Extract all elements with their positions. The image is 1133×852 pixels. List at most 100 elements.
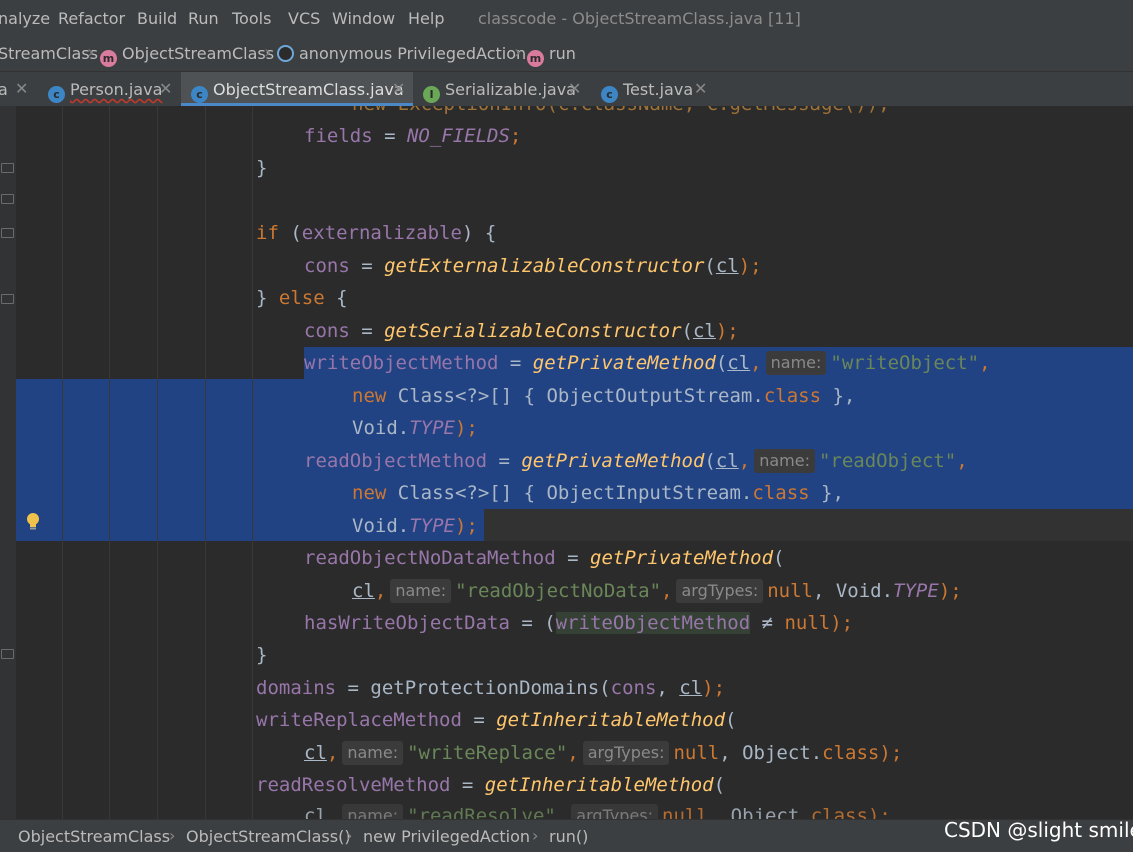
code-line-12: new Class<?>[] { ObjectInputStream.class… (352, 477, 844, 509)
indent-guide (157, 106, 158, 819)
fold-marker-icon[interactable] (1, 649, 14, 659)
token: ( (713, 774, 726, 796)
tab-a[interactable]: a ✕ (0, 72, 36, 106)
code-line-10: Void.TYPE); (352, 412, 478, 444)
breadcrumb-separator: › (169, 826, 176, 845)
token: , (567, 742, 579, 764)
tab-label: Test.java (623, 80, 694, 99)
code-line-18: domains = getProtectionDomains(cons, cl)… (256, 672, 725, 704)
menu-help[interactable]: Help (408, 9, 444, 28)
window-title: classcode - ObjectStreamClass.java [11] (478, 9, 801, 28)
menu-build[interactable]: Build (137, 9, 177, 28)
code-line-21: readResolveMethod = getInheritableMethod… (256, 769, 725, 801)
parameter-hint: name: (765, 351, 827, 375)
code-line-19: writeReplaceMethod = getInheritableMetho… (256, 704, 736, 736)
code-line-16: hasWriteObjectData = (writeObjectMethod … (304, 607, 853, 639)
token: getPrivateMethod (590, 547, 774, 569)
token: writeObjectMethod (304, 352, 499, 374)
code-line-7: cons = getSerializableConstructor(cl); (304, 315, 739, 347)
indent-guide (205, 106, 206, 819)
token: , (750, 352, 762, 374)
token: ( (773, 547, 785, 569)
class-icon: c (48, 86, 65, 103)
token: getSerializableConstructor (384, 320, 682, 342)
menu-tools[interactable]: Tools (232, 9, 271, 28)
breadcrumb-objectstreamclass[interactable]: ObjectStreamClass (18, 827, 170, 846)
token: Void. (352, 417, 410, 439)
token: ( (725, 709, 737, 731)
close-icon[interactable]: ✕ (159, 79, 172, 98)
token: TYPE (893, 580, 939, 602)
close-icon[interactable]: ✕ (392, 79, 405, 98)
close-icon[interactable]: ✕ (694, 79, 707, 98)
tab-serializable-java[interactable]: I Serializable.java ✕ (413, 72, 591, 106)
token: ); (715, 320, 739, 342)
code-line-8: writeObjectMethod = getPrivateMethod(cl,… (304, 347, 991, 379)
fold-marker-icon[interactable] (1, 294, 14, 304)
token: , (656, 677, 680, 699)
token: "readObjectNoData" (455, 580, 662, 602)
token: new (352, 385, 387, 407)
indent-guide (109, 106, 110, 819)
parameter-hint: name: (342, 804, 404, 819)
token: ; (509, 125, 522, 147)
token: , (956, 450, 968, 472)
token: ( (278, 222, 302, 244)
menu-analyze[interactable]: nalyze (0, 9, 50, 28)
code-line-9: new Class<?>[] { ObjectOutputStream.clas… (352, 380, 855, 412)
token: , (738, 450, 751, 472)
tab-test-java[interactable]: c Test.java ✕ (591, 72, 721, 106)
token: = ( (509, 612, 556, 634)
token: ); (879, 742, 903, 764)
nav-item-objectstreamclass[interactable]: m ObjectStreamClass (100, 44, 274, 67)
editor-gutter[interactable] (0, 106, 16, 819)
token: null (662, 805, 708, 819)
tab-objectstreamclass-java[interactable]: c ObjectStreamClass.java ✕ (181, 72, 413, 106)
token: null (784, 612, 831, 634)
token: cl (679, 677, 703, 699)
menu-refactor[interactable]: Refactor (58, 9, 125, 28)
parameter-hint: argTypes: (676, 579, 764, 603)
token: , Object. (719, 742, 823, 764)
fold-marker-icon[interactable] (1, 228, 14, 238)
token: hasWriteObjectData (304, 612, 510, 634)
lightbulb-icon[interactable] (25, 512, 41, 530)
token: class (810, 805, 868, 819)
nav-item-anonymous-privilegedaction[interactable]: anonymous PrivilegedAction (277, 44, 526, 63)
token: , (661, 580, 673, 602)
token: , Object. (707, 805, 811, 819)
fold-marker-icon[interactable] (1, 163, 14, 173)
breadcrumb-privilegedaction[interactable]: new PrivilegedAction (363, 827, 530, 846)
code-line-5: cons = getExternalizableConstructor(cl); (304, 250, 762, 282)
token: ); (454, 515, 478, 537)
menu-run[interactable]: Run (188, 9, 219, 28)
breadcrumb-separator: › (532, 826, 539, 845)
token: externalizable (301, 222, 462, 244)
tab-person-java[interactable]: c Person.java ✕ (36, 72, 179, 106)
token: readObjectMethod (304, 450, 488, 472)
nav-item-run[interactable]: m run (527, 44, 576, 67)
code-line-2: } (256, 157, 268, 179)
fold-marker-icon[interactable] (1, 194, 14, 204)
token: getPrivateMethod (521, 450, 705, 472)
tab-label: Person.java (70, 80, 163, 99)
token: getInheritableMethod (484, 774, 714, 796)
code-line-6: } else { (256, 282, 348, 314)
close-icon[interactable]: ✕ (568, 79, 581, 98)
code-editor[interactable]: new ExceptionInfo(c.className, c.getMess… (0, 106, 1133, 819)
breadcrumb-constructor[interactable]: ObjectStreamClass() (186, 827, 351, 846)
token: = (450, 774, 485, 796)
menu-vcs[interactable]: VCS (288, 9, 320, 28)
token: , Void. (812, 580, 894, 602)
method-icon: m (527, 50, 544, 67)
token: cl (352, 580, 375, 602)
nav-item-streamclass[interactable]: StreamClass (0, 44, 98, 63)
indent-guide (252, 106, 253, 819)
token: , (326, 742, 339, 764)
token: ); (702, 677, 726, 699)
token: cl (715, 450, 739, 472)
token: writeReplaceMethod (256, 709, 462, 731)
close-icon[interactable]: ✕ (15, 79, 28, 98)
breadcrumb-run[interactable]: run() (549, 827, 588, 846)
menu-window[interactable]: Window (332, 9, 395, 28)
